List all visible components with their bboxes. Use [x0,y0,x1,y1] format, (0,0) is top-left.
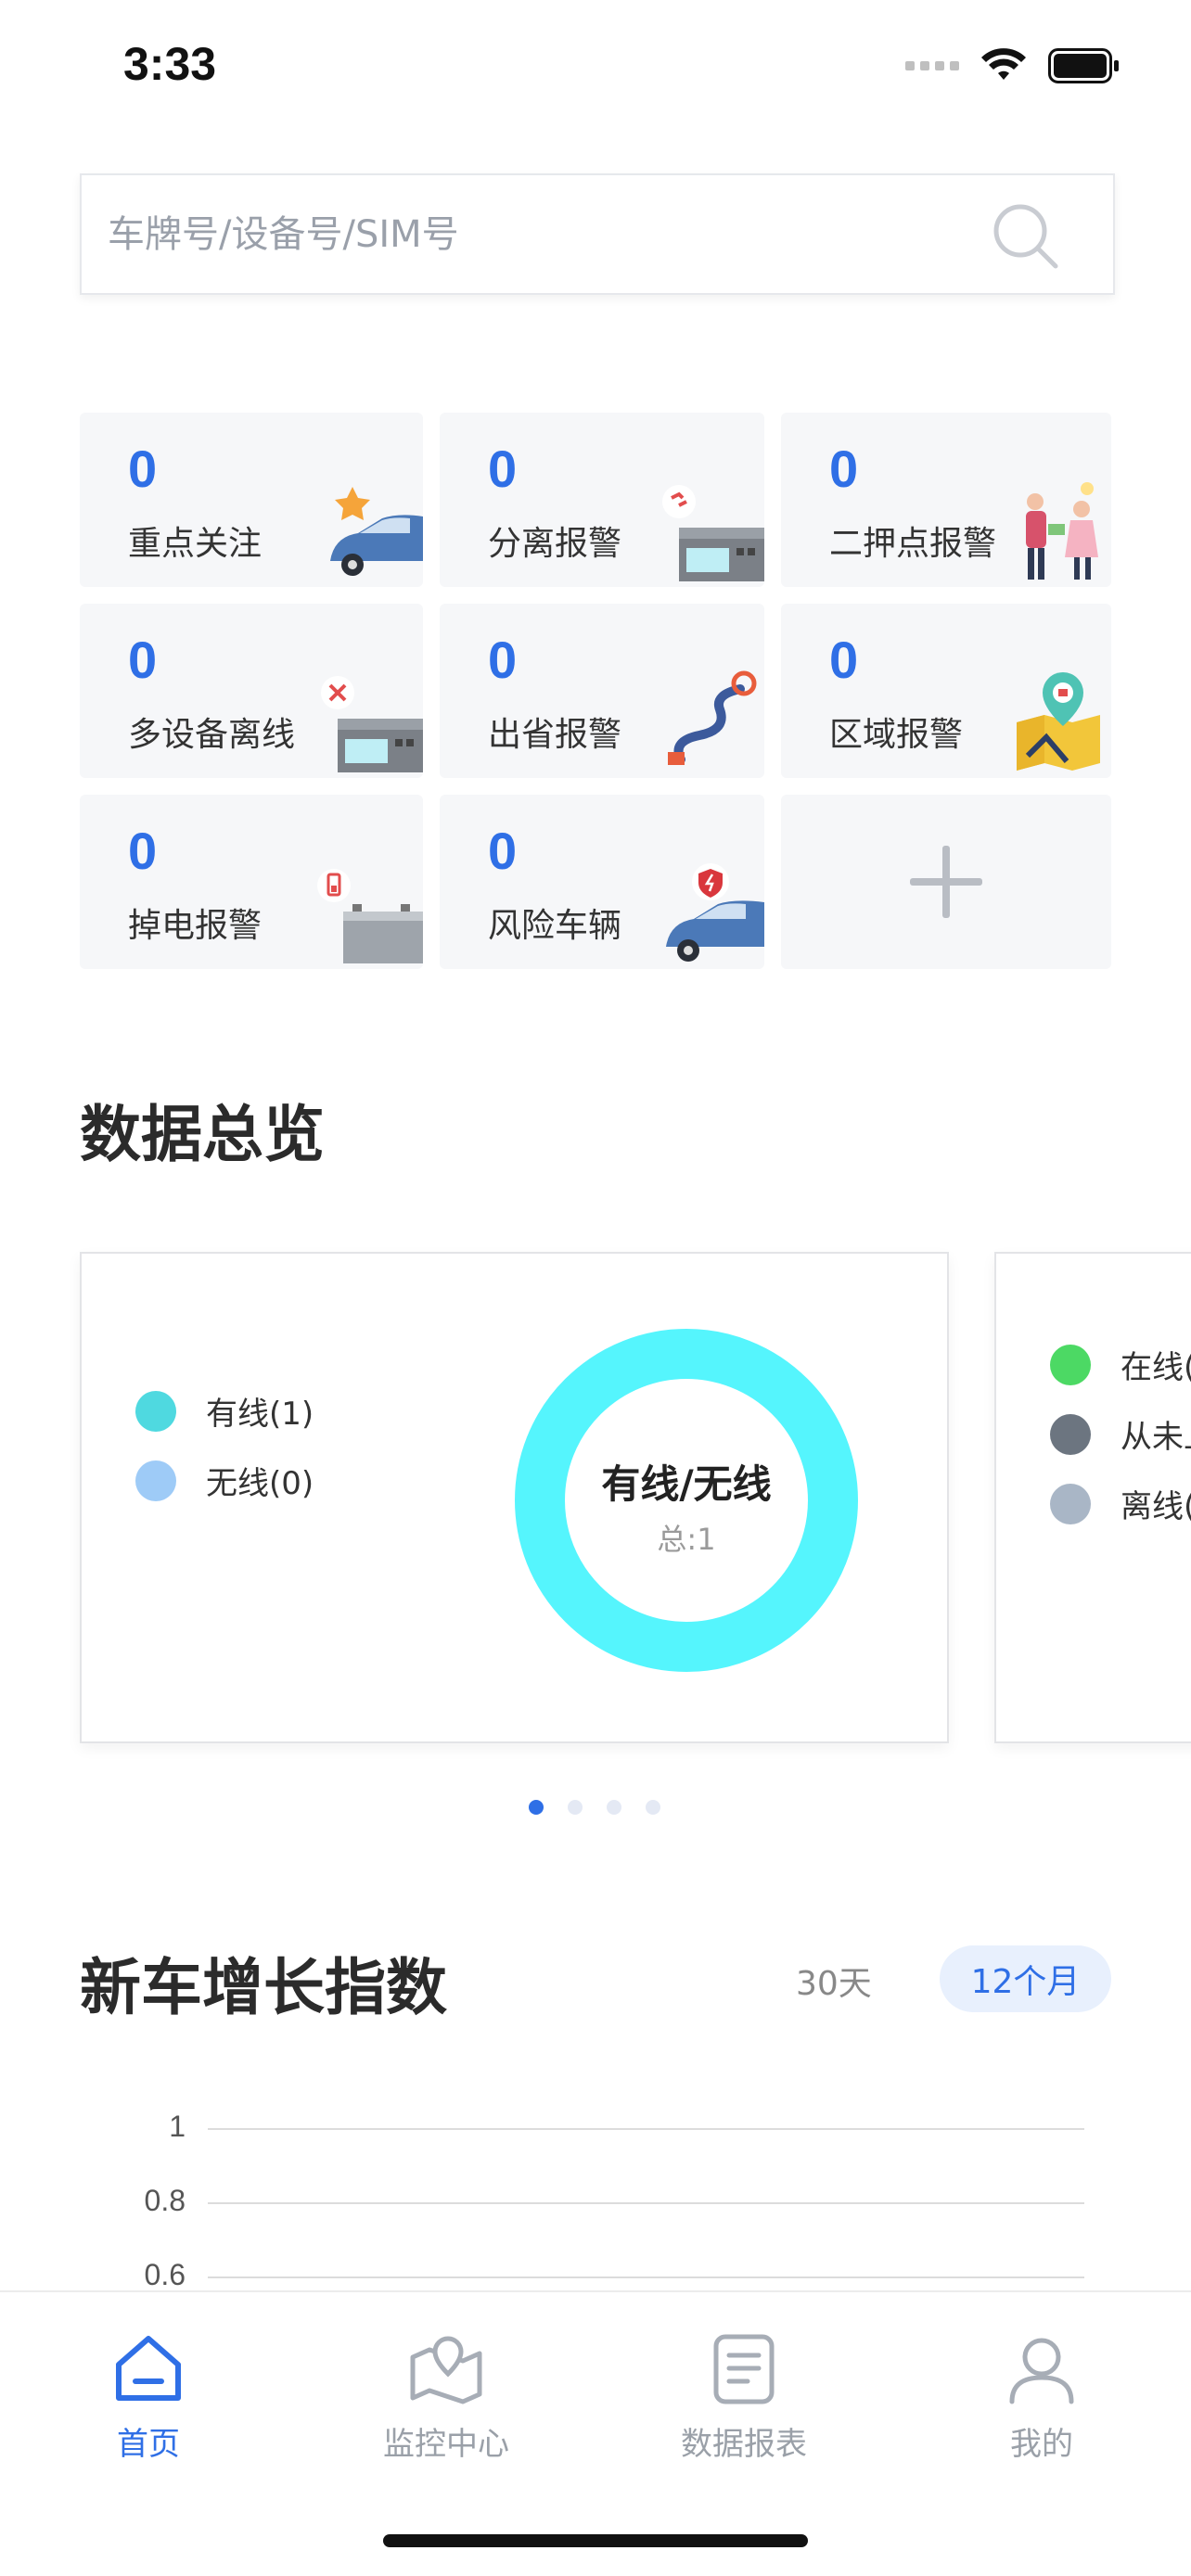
tile-count: 0 [829,440,859,498]
range-12-months-button[interactable]: 12个月 [940,1945,1111,2012]
legend-dot [1050,1344,1091,1385]
tile-count: 0 [829,631,859,689]
tile-label: 掉电报警 [128,907,263,945]
legend-dot [1050,1483,1091,1524]
tab-label: 数据报表 [681,2426,807,2463]
home-indicator[interactable] [383,2534,808,2547]
y-tick-label: 0.6 [144,2258,186,2291]
legend-item: 无线(0) [135,1458,314,1503]
tile-risk-vehicle[interactable]: 0 风险车辆 [440,795,764,969]
add-tile-button[interactable] [781,795,1111,969]
tab-monitor-center[interactable]: 监控中心 [353,2329,539,2464]
legend-label: 在线( [1121,1349,1191,1386]
chart-gridline: 1 [0,2110,1191,2147]
tile-count: 0 [488,631,518,689]
legend-dot [135,1460,176,1501]
wifi-icon [981,48,1026,80]
status-icons [905,48,1121,83]
growth-title: 新车增长指数 [80,1952,447,2023]
tile-key-focus[interactable]: 0 重点关注 [80,413,423,587]
tile-count: 0 [128,822,158,880]
pager-dot[interactable] [646,1800,660,1815]
donut-total: 总:1 [657,1522,716,1557]
gridline [208,2276,1084,2278]
battery-icon [1048,48,1119,83]
tile-count: 0 [128,440,158,498]
tile-label: 出省报警 [488,716,622,754]
legend-item: 从未上 [1050,1411,1191,1457]
tile-count: 0 [488,822,518,880]
report-icon [713,2334,775,2404]
tile-label: 分离报警 [488,525,622,563]
map-alarm-icon [1017,672,1100,771]
battery-alarm-icon [317,869,423,963]
device-offline-icon [321,676,423,772]
tab-label: 我的 [1010,2426,1073,2463]
carousel-pager[interactable] [529,1800,660,1815]
overview-title: 数据总览 [80,1099,325,1170]
people-exchange-icon [1026,482,1098,580]
legend-label: 从未上 [1121,1419,1191,1456]
tile-out-of-province-alarm[interactable]: 0 出省报警 [440,604,764,778]
y-tick-label: 0.8 [144,2184,186,2217]
tile-label: 重点关注 [128,525,263,563]
legend-label: 无线(0) [206,1465,314,1502]
gridline [208,2128,1084,2130]
status-time: 3:33 [123,38,217,90]
tile-label: 区域报警 [829,716,964,754]
legend-item: 有线(1) [135,1388,314,1434]
search-icon[interactable] [991,201,1061,272]
tile-second-pledge-alarm[interactable]: 0 二押点报警 [781,413,1111,587]
home-icon [116,2336,181,2401]
legend-label: 有线(1) [206,1396,314,1433]
map-pin-icon [410,2336,482,2404]
y-tick-label: 1 [169,2110,186,2143]
tile-label: 二押点报警 [829,525,997,563]
chart-gridline: 0.8 [0,2184,1191,2221]
tile-label: 风险车辆 [488,907,622,945]
donut-title: 有线/无线 [601,1461,772,1507]
pager-dot[interactable] [607,1800,621,1815]
range-30-days-button[interactable]: 30天 [796,1957,872,2005]
pager-dot[interactable] [529,1800,544,1815]
legend-label: 离线( [1121,1488,1191,1525]
overview-card-online-status[interactable]: 在线( 从未上 离线( [994,1252,1191,1743]
car-shield-icon [666,863,764,962]
status-bar: 3:33 [0,0,1191,130]
gridline [208,2202,1084,2204]
search-bar [80,173,1115,295]
search-input[interactable] [108,175,942,293]
tile-count: 0 [488,440,518,498]
legend-dot [1050,1413,1091,1455]
tab-home[interactable]: 首页 [56,2329,241,2464]
legend-item: 在线( [1050,1342,1191,1387]
tab-mine[interactable]: 我的 [949,2329,1134,2464]
plus-icon [910,846,982,918]
chart-gridline: 0.6 [0,2258,1191,2295]
tile-label: 多设备离线 [128,716,296,754]
legend-dot [135,1390,176,1432]
signal-icon [905,61,959,70]
tab-data-report[interactable]: 数据报表 [651,2329,837,2464]
device-broken-link-icon [662,485,764,581]
route-pin-icon [668,670,757,765]
car-star-icon [330,487,423,576]
alarm-grid: 0 重点关注 0 分离报警 0 二押点报警 0 多设备离线 0 出省报警 0 区… [80,413,1115,969]
user-icon [1009,2338,1074,2404]
tile-count: 0 [128,631,158,689]
tile-power-loss-alarm[interactable]: 0 掉电报警 [80,795,423,969]
overview-card-wired-wireless[interactable]: 有线(1) 无线(0) 有线/无线 总:1 [80,1252,949,1743]
tab-bar: 首页 监控中心 数据报表 我的 [0,2290,1191,2576]
tile-separation-alarm[interactable]: 0 分离报警 [440,413,764,587]
tab-label: 首页 [117,2426,180,2463]
tile-area-alarm[interactable]: 0 区域报警 [781,604,1111,778]
tile-multi-device-offline[interactable]: 0 多设备离线 [80,604,423,778]
legend-item: 离线( [1050,1481,1191,1526]
pager-dot[interactable] [568,1800,583,1815]
tab-label: 监控中心 [383,2426,509,2463]
